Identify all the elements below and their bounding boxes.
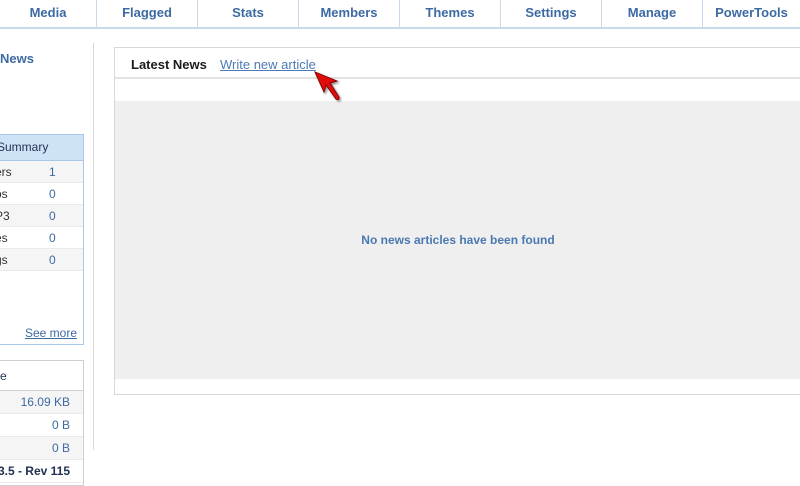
summary-row: gs 0: [0, 249, 83, 271]
summary-row-label: gs: [0, 253, 8, 267]
empty-state-message: No news articles have been found: [361, 233, 555, 247]
info-row: 0 B: [0, 437, 83, 460]
summary-row-value: 1: [49, 165, 56, 179]
info-row: 0 B: [0, 414, 83, 437]
info-panel: e 16.09 KB 0 B 0 B 3.5 - Rev 115: [0, 360, 84, 486]
summary-row: ers 1: [0, 161, 83, 183]
news-list-area: No news articles have been found: [115, 101, 800, 379]
summary-row: P3 0: [0, 205, 83, 227]
tab-media[interactable]: Media: [0, 0, 97, 27]
summary-row-value: 0: [49, 209, 56, 223]
tab-themes[interactable]: Themes: [400, 0, 501, 27]
summary-row-label: P3: [0, 209, 10, 223]
summary-row-value: 0: [49, 253, 56, 267]
top-navigation: Media Flagged Stats Members Themes Setti…: [0, 0, 800, 29]
summary-row-value: 0: [49, 231, 56, 245]
summary-rows: ers 1 os 0 P3 0 es 0 gs 0: [0, 161, 83, 271]
summary-row-value: 0: [49, 187, 56, 201]
write-new-article-link[interactable]: Write new article: [220, 57, 316, 72]
summary-row: os 0: [0, 183, 83, 205]
summary-row: es 0: [0, 227, 83, 249]
tab-stats[interactable]: Stats: [198, 0, 299, 27]
red-arrow-icon: [314, 71, 340, 101]
info-row-size: 16.09 KB: [0, 391, 83, 414]
tab-flagged[interactable]: Flagged: [97, 0, 198, 27]
version-label: 3.5 - Rev 115: [0, 460, 83, 483]
summary-row-label: os: [0, 187, 8, 201]
tab-powertools[interactable]: PowerTools: [703, 0, 800, 27]
summary-title: Summary: [0, 135, 83, 161]
latest-news-panel: Latest News Write new article No news ar…: [114, 47, 800, 395]
tab-manage[interactable]: Manage: [602, 0, 703, 27]
panel-header: Latest News Write new article: [115, 48, 800, 79]
tab-members[interactable]: Members: [299, 0, 400, 27]
info-panel-title: e: [0, 361, 83, 391]
sidebar-news-link[interactable]: News: [0, 51, 34, 66]
left-sidebar: News Summary ers 1 os 0 P3 0 es 0 gs 0: [0, 43, 94, 486]
see-more-link[interactable]: See more: [25, 326, 77, 340]
summary-row-label: es: [0, 231, 8, 245]
summary-row-label: ers: [0, 165, 12, 179]
page-title: Latest News: [131, 57, 207, 72]
summary-panel: Summary ers 1 os 0 P3 0 es 0 gs 0 Se: [0, 134, 84, 345]
tab-settings[interactable]: Settings: [501, 0, 602, 27]
